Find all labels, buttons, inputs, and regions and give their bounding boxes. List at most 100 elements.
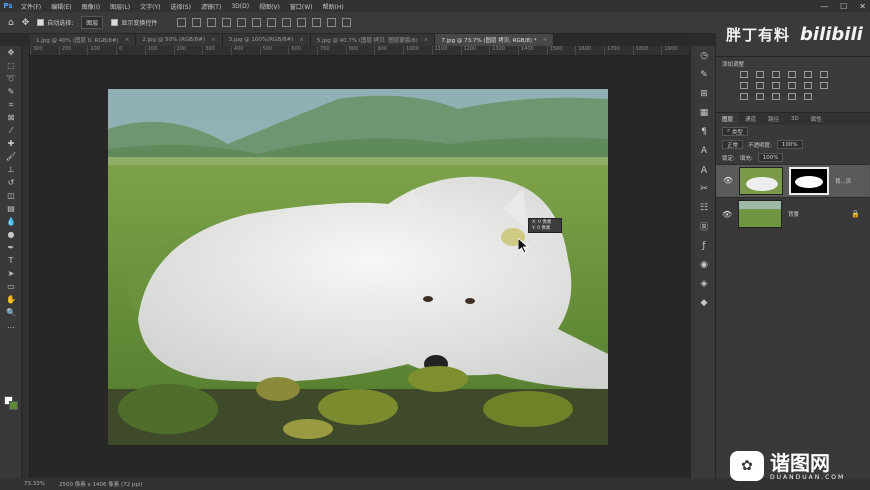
gradient-tool-icon[interactable]: ▤	[0, 202, 22, 215]
color-wheel-icon[interactable]: ◉	[691, 255, 717, 274]
close-icon[interactable]: ×	[543, 37, 548, 43]
menu-item-help[interactable]: 帮助(H)	[318, 2, 349, 11]
menu-item-layer[interactable]: 图层(L)	[105, 2, 135, 11]
tab-paths[interactable]: 路径	[762, 113, 785, 125]
show-transform-checkbox[interactable]: 显示变换控件	[111, 18, 157, 27]
tab-channels[interactable]: 通道	[739, 113, 762, 125]
close-icon[interactable]: ×	[125, 37, 130, 43]
move-tool-icon[interactable]: ✥	[22, 18, 30, 28]
pen-tool-icon[interactable]: ✒	[0, 241, 22, 254]
shape-tool-icon[interactable]: ▭	[0, 280, 22, 293]
quick-select-tool-icon[interactable]: ✎	[0, 85, 22, 98]
exposure-icon[interactable]	[788, 71, 796, 78]
layer-thumbnail[interactable]	[738, 200, 782, 228]
eye-icon[interactable]: 👁	[722, 210, 732, 219]
lasso-tool-icon[interactable]: ➰	[0, 72, 22, 85]
plugin-icon[interactable]: ☷	[691, 198, 717, 217]
menu-item-type[interactable]: 文字(Y)	[135, 2, 165, 11]
menu-item-file[interactable]: 文件(F)	[16, 2, 46, 11]
photo-filter-icon[interactable]	[788, 82, 796, 89]
glyphs-icon[interactable]: Ａ	[691, 160, 717, 179]
align-right-icon[interactable]	[207, 18, 217, 27]
background-color-swatch[interactable]	[9, 401, 18, 410]
orange-plugin-icon[interactable]: ◈	[691, 274, 717, 293]
layer-name[interactable]: 背...贝	[835, 177, 851, 185]
hue-sat-icon[interactable]	[740, 82, 748, 89]
posterize-icon[interactable]	[756, 93, 764, 100]
layer-row[interactable]: 👁 背景 🔒	[716, 197, 870, 230]
close-icon[interactable]: ✕	[859, 2, 866, 11]
gradient-map-icon[interactable]	[804, 93, 812, 100]
menu-item-3d[interactable]: 3D(D)	[226, 3, 254, 10]
menu-item-select[interactable]: 选择(S)	[165, 2, 196, 11]
paragraph-icon[interactable]: ¶	[691, 122, 717, 141]
menu-item-filter[interactable]: 滤镜(T)	[196, 2, 226, 11]
blend-mode-dropdown[interactable]: 正常	[722, 140, 744, 149]
distribute-icon[interactable]	[342, 18, 352, 27]
align-left-icon[interactable]	[177, 18, 187, 27]
layer-thumbnail[interactable]	[739, 166, 783, 195]
brightness-icon[interactable]	[740, 71, 748, 78]
vibrance-icon[interactable]	[804, 71, 812, 78]
minimize-icon[interactable]: —	[820, 2, 828, 11]
menu-item-view[interactable]: 视图(V)	[254, 2, 285, 11]
healing-tool-icon[interactable]: ✚	[0, 137, 22, 150]
menu-item-image[interactable]: 图像(I)	[77, 2, 105, 11]
blur-tool-icon[interactable]: 💧	[0, 215, 22, 228]
crop-tool-icon[interactable]: ⌗	[0, 98, 22, 111]
home-icon[interactable]: ⌂	[8, 18, 14, 28]
align-center-icon[interactable]	[192, 18, 202, 27]
invert-icon[interactable]	[740, 93, 748, 100]
auto-select-checkbox[interactable]: 自动选择:	[37, 18, 73, 27]
distribute-icon[interactable]	[327, 18, 337, 27]
clone-source-icon[interactable]: ⊞	[691, 84, 717, 103]
align-bottom-icon[interactable]	[252, 18, 262, 27]
gradient-icon[interactable]	[820, 71, 828, 78]
lookup-icon[interactable]	[820, 82, 828, 89]
marquee-tool-icon[interactable]: ⬚	[0, 59, 22, 72]
frame-tool-icon[interactable]: ⊠	[0, 111, 22, 124]
color-balance-icon[interactable]	[756, 82, 764, 89]
document-tab[interactable]: 2.jpg @ 50% (RGB/8#) ×	[136, 34, 223, 46]
opacity-input[interactable]: 100%	[776, 140, 803, 149]
path-select-tool-icon[interactable]: ➤	[0, 267, 22, 280]
distribute-icon[interactable]	[282, 18, 292, 27]
tab-properties[interactable]: 属性	[805, 113, 828, 125]
document-tab-active[interactable]: 7.jpg @ 73.7% (图层 拷贝, RGB/8) * ×	[435, 34, 555, 46]
layer-mask-thumbnail[interactable]	[789, 166, 829, 195]
checkbox-box[interactable]	[37, 19, 45, 26]
align-top-icon[interactable]	[222, 18, 232, 27]
layer-row-selected[interactable]: 👁 背...贝	[716, 164, 870, 197]
brush-tool-icon[interactable]: 🖌	[0, 150, 22, 163]
history-icon[interactable]: ◷	[691, 46, 717, 65]
maximize-icon[interactable]: ☐	[840, 2, 847, 11]
align-middle-icon[interactable]	[237, 18, 247, 27]
document-tab[interactable]: 5.jpg @ 40.7% (图层 拷贝, 图层蒙版/8) ×	[310, 34, 436, 46]
distribute-icon[interactable]	[297, 18, 307, 27]
distribute-icon[interactable]	[267, 18, 277, 27]
close-icon[interactable]: ×	[211, 37, 216, 43]
zoom-level[interactable]: 73.33%	[24, 481, 45, 487]
tab-3d[interactable]: 3D	[785, 113, 805, 125]
hand-tool-icon[interactable]: ✋	[0, 293, 22, 306]
levels-icon[interactable]	[756, 71, 764, 78]
selective-color-icon[interactable]	[788, 93, 796, 100]
green-plugin-icon[interactable]: ƒ	[691, 236, 717, 255]
extension-icon[interactable]: ◆	[691, 293, 717, 312]
more-tools-icon[interactable]: …	[0, 319, 22, 332]
close-icon[interactable]: ×	[424, 37, 429, 43]
document-tab[interactable]: 1.jpg @ 40% (图层 0, RGB/8#) ×	[30, 34, 137, 46]
menu-item-edit[interactable]: 编辑(E)	[46, 2, 76, 11]
character-icon[interactable]: A	[691, 141, 717, 160]
fill-input[interactable]: 100%	[757, 153, 784, 162]
type-tool-icon[interactable]: T	[0, 254, 22, 267]
bw-icon[interactable]	[772, 82, 780, 89]
document-tab[interactable]: 3.jpg @ 100%(RGB/8#) ×	[222, 34, 311, 46]
ra-plugin-icon[interactable]: Ⓡ	[691, 217, 717, 236]
channel-mixer-icon[interactable]	[804, 82, 812, 89]
layer-name[interactable]: 背景	[788, 210, 799, 218]
threshold-icon[interactable]	[772, 93, 780, 100]
menu-item-window[interactable]: 窗口(W)	[285, 2, 318, 11]
history-brush-icon[interactable]: ↺	[0, 176, 22, 189]
swatches-icon[interactable]: ▦	[691, 103, 717, 122]
